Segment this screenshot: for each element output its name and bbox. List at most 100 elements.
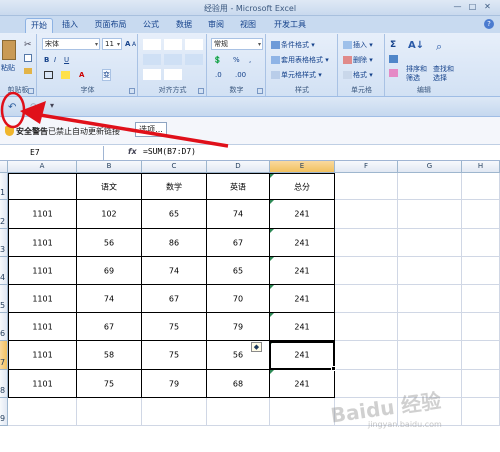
cell-a6[interactable]: 1101 (8, 313, 77, 341)
tab-review[interactable]: 审阅 (202, 18, 230, 33)
minimize-button[interactable]: — (452, 2, 463, 12)
paste-icon[interactable] (2, 40, 16, 60)
fill-handle[interactable] (331, 366, 336, 371)
column-header-e[interactable]: E (270, 161, 335, 173)
comma-button[interactable]: , (248, 54, 252, 66)
format-painter-icon[interactable] (24, 68, 32, 74)
cell-g3[interactable] (398, 229, 462, 257)
cell-e8[interactable]: 241 (270, 370, 335, 398)
cell-c3[interactable]: 86 (142, 229, 207, 257)
tab-data[interactable]: 数据 (170, 18, 198, 33)
decrease-decimal-button[interactable]: .00 (234, 69, 247, 81)
autosum-button[interactable]: Σ (389, 39, 397, 51)
select-all-corner[interactable] (0, 161, 8, 173)
cell-h4[interactable] (462, 257, 500, 285)
tab-insert[interactable]: 插入 (55, 18, 85, 33)
cell-a4[interactable]: 1101 (8, 257, 77, 285)
cell-g7[interactable] (398, 341, 462, 370)
cell-b2[interactable]: 102 (77, 200, 142, 229)
shrink-font-button[interactable]: A (131, 39, 137, 51)
cell-d6[interactable]: 79 (207, 313, 270, 341)
help-icon[interactable]: ? (484, 19, 494, 29)
font-color-button[interactable]: A (78, 69, 85, 81)
cell-h7[interactable] (462, 341, 500, 370)
font-launcher-icon[interactable] (129, 88, 135, 94)
cell-d2[interactable]: 74 (207, 200, 270, 229)
row-header-8[interactable]: 8 (0, 370, 8, 398)
cell-b6[interactable]: 67 (77, 313, 142, 341)
tab-formulas[interactable]: 公式 (136, 18, 166, 33)
cell-e6[interactable]: 241 (270, 313, 335, 341)
cell-h5[interactable] (462, 285, 500, 313)
cell-h2[interactable] (462, 200, 500, 229)
cell-d4[interactable]: 65 (207, 257, 270, 285)
tab-home[interactable]: 开始 (25, 18, 53, 33)
tab-developer[interactable]: 开发工具 (268, 18, 312, 33)
cell-d5[interactable]: 70 (207, 285, 270, 313)
undo-icon[interactable]: ↶ (8, 102, 16, 113)
cell-g4[interactable] (398, 257, 462, 285)
cell-a5[interactable]: 1101 (8, 285, 77, 313)
cell-b7[interactable]: 58 (77, 341, 142, 370)
name-box[interactable]: E7 (0, 146, 104, 160)
binoculars-icon[interactable]: ⌕ (436, 40, 450, 56)
column-header-f[interactable]: F (335, 161, 398, 173)
formula-input[interactable]: =SUM(B7:D7) (143, 147, 196, 156)
cell-g1[interactable] (398, 173, 462, 200)
cell-f2[interactable] (335, 200, 398, 229)
cell-h6[interactable] (462, 313, 500, 341)
insert-cells-button[interactable]: 插入 ▾ (342, 39, 374, 51)
cut-icon[interactable]: ✂ (24, 40, 32, 50)
cell-b1[interactable]: 语文 (77, 173, 142, 200)
cell-d3[interactable]: 67 (207, 229, 270, 257)
phonetic-button[interactable]: 变 (102, 69, 111, 81)
fill-icon[interactable] (389, 55, 398, 63)
cell-d1[interactable]: 英语 (207, 173, 270, 200)
increase-decimal-button[interactable]: .0 (214, 69, 223, 81)
cell-c2[interactable]: 65 (142, 200, 207, 229)
insert-function-icon[interactable]: fx (128, 147, 137, 156)
cell-e1[interactable]: 总分 (270, 173, 335, 200)
cell-b3[interactable]: 56 (77, 229, 142, 257)
cell-f4[interactable] (335, 257, 398, 285)
column-header-g[interactable]: G (398, 161, 462, 173)
options-button[interactable]: 选项... (135, 122, 167, 137)
column-header-b[interactable]: B (77, 161, 142, 173)
customize-qat-icon[interactable]: ▾ (50, 101, 54, 110)
cell-b5[interactable]: 74 (77, 285, 142, 313)
cell-e2[interactable]: 241 (270, 200, 335, 229)
error-smart-tag-icon[interactable]: ◆ (251, 342, 262, 352)
cell-c4[interactable]: 74 (142, 257, 207, 285)
bold-button[interactable]: B (43, 54, 50, 66)
format-as-table-button[interactable]: 套用表格格式 ▾ (270, 54, 330, 66)
column-header-h[interactable]: H (462, 161, 500, 173)
row-header-9[interactable]: 9 (0, 398, 8, 426)
cell-f7[interactable] (335, 341, 398, 370)
cell-g5[interactable] (398, 285, 462, 313)
cell-e5[interactable]: 241 (270, 285, 335, 313)
cell-g2[interactable] (398, 200, 462, 229)
currency-icon[interactable]: 💲 (212, 54, 223, 66)
find-select-label-2[interactable]: 选择 (432, 72, 448, 84)
cell-b8[interactable]: 75 (77, 370, 142, 398)
row-header-2[interactable]: 2 (0, 200, 8, 229)
cell-styles-button[interactable]: 单元格样式 ▾ (270, 69, 323, 81)
cell-e4[interactable]: 241 (270, 257, 335, 285)
cell-c7[interactable]: 75 (142, 341, 207, 370)
font-name-combo[interactable]: 宋体 ▾ (42, 38, 100, 50)
format-cells-button[interactable]: 格式 ▾ (342, 69, 374, 81)
cell-f1[interactable] (335, 173, 398, 200)
fill-color-button[interactable] (60, 69, 72, 81)
delete-cells-button[interactable]: 删除 ▾ (342, 54, 374, 66)
cell-c8[interactable]: 79 (142, 370, 207, 398)
cell-e9[interactable] (270, 398, 335, 426)
horizontal-align-icons[interactable] (143, 54, 203, 65)
underline-button[interactable]: U (63, 54, 70, 66)
clipboard-launcher-icon[interactable] (28, 88, 34, 94)
cell-c1[interactable]: 数学 (142, 173, 207, 200)
sort-filter-icon[interactable]: A↓ (408, 40, 424, 56)
cell-b9[interactable] (77, 398, 142, 426)
number-format-combo[interactable]: 常规 ▾ (211, 38, 263, 50)
redo-icon[interactable]: ↷ (30, 102, 38, 113)
italic-button[interactable]: I (53, 54, 57, 66)
